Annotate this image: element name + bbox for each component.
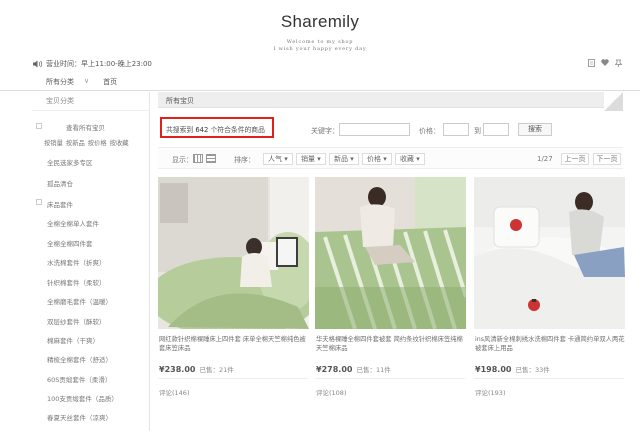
sort-popularity-label: 人气: [268, 155, 282, 163]
price-value: 278.00: [321, 365, 353, 374]
chevron-down-icon[interactable]: ∨: [84, 77, 89, 87]
sidebar-item[interactable]: 床品套件: [47, 199, 73, 209]
page-indicator: 1/27: [537, 155, 553, 163]
sidebar-view-all[interactable]: 查看所有宝贝: [66, 122, 105, 132]
sort-sales-label: 销量: [301, 155, 315, 163]
sidebar-sort-by-sales[interactable]: 按销量: [44, 138, 63, 147]
result-number: 642: [195, 126, 209, 134]
sort-new-label: 新品: [334, 155, 348, 163]
sidebar-item[interactable]: 孤品清仓: [47, 178, 73, 188]
sidebar-item[interactable]: 全棉磨毛套件（温暖）: [47, 296, 112, 306]
sidebar-title: 宝贝分类: [46, 97, 74, 105]
sidebar-item[interactable]: 全民选家多专区: [47, 157, 93, 167]
sidebar-divider: [32, 110, 150, 111]
product-title[interactable]: 网红款针织棉裸睡床上四件套 床单全棉天竺棉纯色被套床笠床品: [159, 336, 311, 353]
sidebar-item[interactable]: 水洗棉套件（折爽）: [47, 257, 106, 267]
product-price: ¥198.00: [475, 365, 511, 374]
product-divider: [158, 378, 308, 379]
product-divider: [474, 378, 624, 379]
nav-home[interactable]: 首页: [103, 77, 117, 87]
display-label: 显示：: [172, 156, 193, 164]
sidebar-item[interactable]: 针织棉套件（柔软）: [47, 277, 106, 287]
price-min-input[interactable]: [443, 123, 469, 136]
page-curl-decoration: [604, 92, 623, 111]
speaker-icon: [33, 60, 42, 68]
heart-icon[interactable]: [601, 59, 609, 69]
sort-arrow-icon: ▾: [284, 155, 288, 163]
sidebar-item[interactable]: 全棉全棉四件套: [47, 238, 93, 248]
price-to-label: 到: [474, 127, 481, 135]
product-sold-count: 已售：33件: [515, 366, 550, 374]
business-hours: 营业时间：早上11:00-晚上23:00: [33, 59, 152, 69]
product-image[interactable]: [158, 177, 309, 329]
result-count: 共搜索到 642 个符合条件的商品: [166, 124, 265, 134]
sort-arrow-icon: ▾: [416, 155, 420, 163]
document-icon[interactable]: [588, 59, 595, 69]
grid-view-icon[interactable]: [193, 154, 203, 163]
list-view-icon[interactable]: [206, 154, 216, 163]
sidebar-item[interactable]: 棉麻套件（干爽）: [47, 335, 99, 345]
product-title[interactable]: 华夫格裸睡全棉四件套被套 简约条纹针织棉床笠纯棉天竺棉床品: [316, 336, 468, 353]
product-price: ¥278.00: [316, 365, 352, 374]
sort-popularity-button[interactable]: 人气 ▾: [263, 153, 293, 165]
sidebar-item[interactable]: 全棉全棉单人套件: [47, 218, 99, 228]
price-value: 198.00: [480, 365, 512, 374]
sort-favorites-label: 收藏: [400, 155, 414, 163]
sort-label: 排序：: [234, 156, 255, 164]
top-nav: 所有分类 ∨ 首页: [46, 77, 117, 87]
product-reviews[interactable]: 评论(146): [159, 387, 189, 397]
sort-arrow-icon: ▾: [383, 155, 387, 163]
business-hours-text: 营业时间：早上11:00-晚上23:00: [46, 60, 152, 68]
expand-toggle-icon[interactable]: [36, 123, 42, 129]
price-max-input[interactable]: [483, 123, 509, 136]
price-value: 238.00: [164, 365, 196, 374]
sort-favorites-button[interactable]: 收藏 ▾: [395, 153, 425, 165]
sidebar-item[interactable]: 100支贡缎套件（品质）: [47, 393, 118, 403]
shop-name: Sharemily: [280, 12, 360, 31]
product-title[interactable]: ins风清新全棉刺绣水洗棉四件套 卡通简约单双人两花被套床上用品: [475, 336, 627, 353]
sort-arrow-icon: ▾: [317, 155, 321, 163]
result-suffix: 个符合条件的商品: [210, 126, 265, 134]
sidebar-item[interactable]: 精梳全棉套件（舒适）: [47, 354, 112, 364]
sort-new-button[interactable]: 新品 ▾: [329, 153, 359, 165]
product-price-row: ¥238.00 已售：21件: [159, 364, 234, 374]
panel-title: 所有宝贝: [166, 97, 194, 105]
shop-tagline-1: Welcome to my shop: [286, 39, 354, 45]
keyword-label: 关键字：: [311, 127, 339, 135]
header-icons: [588, 59, 623, 69]
product-sold-count: 已售：21件: [199, 366, 234, 374]
product-image[interactable]: [474, 177, 625, 329]
panel-header: 所有宝贝: [158, 92, 623, 108]
sidebar-item[interactable]: 春夏天丝套件（凉爽）: [47, 412, 112, 422]
sidebar-sort-by-favorites[interactable]: 按收藏: [110, 138, 129, 147]
keyword-input[interactable]: [339, 123, 410, 136]
product-price-row: ¥198.00 已售：33件: [475, 364, 550, 374]
price-label: 价格：: [419, 127, 440, 135]
nav-all-categories[interactable]: 所有分类: [46, 77, 74, 87]
product-reviews[interactable]: 评论(193): [475, 387, 505, 397]
sidebar-item[interactable]: 双层纱套件（酥软）: [47, 316, 106, 326]
sort-price-label: 价格: [367, 155, 381, 163]
product-sold-count: 已售：11件: [356, 366, 391, 374]
product-image[interactable]: [315, 177, 466, 329]
expand-toggle-icon[interactable]: [36, 199, 42, 205]
sort-price-button[interactable]: 价格 ▾: [362, 153, 392, 165]
sort-sales-button[interactable]: 销量 ▾: [296, 153, 326, 165]
pin-icon[interactable]: [614, 59, 623, 69]
shop-tagline-2: I wish your happy every day: [273, 46, 367, 52]
prev-page-button[interactable]: 上一页: [561, 153, 589, 165]
product-price-row: ¥278.00 已售：11件: [316, 364, 391, 374]
result-prefix: 共搜索到: [166, 126, 194, 134]
sidebar-sort-links: 按销量 按新品 按价格 按收藏: [44, 138, 129, 147]
product-reviews[interactable]: 评论(108): [316, 387, 346, 397]
product-divider: [315, 378, 465, 379]
sidebar-sort-by-new[interactable]: 按新品: [66, 138, 85, 147]
search-button[interactable]: 搜索: [518, 123, 552, 136]
nav-divider: [0, 90, 640, 91]
sort-arrow-icon: ▾: [350, 155, 354, 163]
product-price: ¥238.00: [159, 365, 195, 374]
sidebar-sort-by-price[interactable]: 按价格: [88, 138, 107, 147]
next-page-button[interactable]: 下一页: [593, 153, 621, 165]
sidebar-item[interactable]: 60S贡缎套件（柔滑）: [47, 374, 111, 384]
